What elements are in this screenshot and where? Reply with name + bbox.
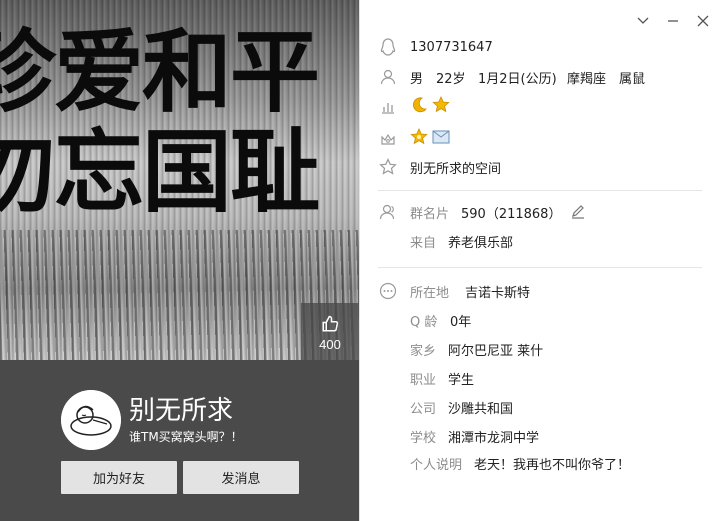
detail-value: 0年 — [450, 314, 472, 330]
profile-info-panel: 1307731647 男 22岁 1月2日(公历) 摩羯座 属鼠 别无所求的空间… — [359, 0, 725, 521]
detail-label: 所在地 — [410, 285, 450, 301]
detail-label: 学校 — [410, 430, 437, 446]
qzone-link[interactable]: 别无所求的空间 — [410, 158, 501, 177]
gender: 男 — [410, 71, 424, 87]
chevron-down-icon — [637, 17, 649, 24]
divider-1 — [378, 190, 702, 191]
crown-icon — [378, 129, 398, 149]
nickname: 别无所求 — [129, 396, 234, 426]
detail-label: 家乡 — [410, 343, 437, 359]
like-count: 400 — [319, 337, 341, 352]
like-button[interactable]: 400 — [301, 303, 359, 360]
group-from-label: 来自 — [410, 235, 437, 251]
group-card-label: 群名片 — [410, 206, 450, 222]
person-icon — [378, 67, 398, 87]
detail-value: 学生 — [448, 372, 475, 388]
birthday: 1月2日(公历) — [478, 71, 557, 87]
detail-label: 个人说明 — [410, 457, 463, 473]
minimize-icon — [668, 20, 678, 22]
group-card-value: 590（211868） — [461, 206, 562, 222]
send-message-button[interactable]: 发消息 — [183, 461, 299, 494]
edit-icon[interactable] — [570, 203, 586, 223]
detail-value: 吉诺卡斯特 — [465, 285, 531, 301]
detail-label: 公司 — [410, 401, 437, 417]
group-from-value: 养老俱乐部 — [448, 235, 514, 251]
profile-card-left: 珍爱和平 勿忘国耻 400 别无所求 谁TM买窝窝头啊？！ 加为好友 发消息 — [0, 0, 359, 521]
cover-poster-line-2: 勿忘国耻 — [0, 120, 320, 225]
star-outline-icon — [378, 157, 398, 177]
detail-label: Q 龄 — [410, 314, 438, 330]
minimize-button[interactable] — [662, 10, 684, 32]
more-icon — [378, 281, 398, 301]
chinese-zodiac: 属鼠 — [619, 71, 646, 87]
close-icon — [697, 15, 709, 27]
thumbs-up-icon — [322, 315, 339, 332]
cover-poster-line-1: 珍爱和平 — [0, 20, 320, 125]
dropdown-button[interactable] — [632, 10, 654, 32]
detail-value: 沙雕共和国 — [448, 401, 514, 417]
level-chart-icon — [378, 97, 398, 117]
moon-icon[interactable] — [410, 96, 428, 118]
divider-2 — [378, 267, 702, 268]
penguin-icon — [378, 37, 398, 57]
detail-value: 阿尔巴尼亚 莱什 — [448, 343, 544, 359]
avatar-image — [61, 390, 121, 450]
avatar[interactable] — [61, 390, 121, 450]
mail-icon[interactable] — [432, 130, 450, 148]
detail-value: 湘潭市龙洞中学 — [448, 430, 540, 446]
age: 22岁 — [436, 71, 466, 87]
add-friend-button[interactable]: 加为好友 — [61, 461, 177, 494]
qq-number: 1307731647 — [410, 39, 493, 55]
group-person-icon — [378, 202, 398, 222]
zodiac: 摩羯座 — [567, 71, 607, 87]
vip-star-icon[interactable] — [410, 128, 428, 150]
detail-label: 职业 — [410, 372, 437, 388]
close-button[interactable] — [692, 10, 714, 32]
detail-value: 老天！我再也不叫你爷了！ — [474, 457, 631, 473]
star-icon[interactable] — [432, 96, 450, 118]
signature: 谁TM买窝窝头啊？！ — [129, 430, 243, 444]
